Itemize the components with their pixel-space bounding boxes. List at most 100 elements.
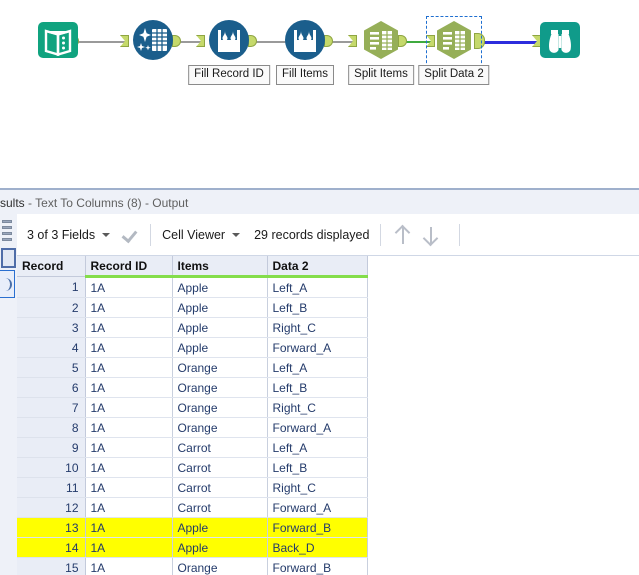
tool-split-data-2[interactable]: Split Data 2: [418, 18, 490, 85]
connection-splitdata2-to-browse[interactable]: [479, 41, 537, 44]
cell-record-id[interactable]: 1A: [85, 357, 173, 378]
column-header-record-id[interactable]: Record ID: [85, 256, 173, 278]
table-row[interactable]: 5 1A Orange Left_A: [17, 357, 368, 378]
cell-record[interactable]: 9: [17, 437, 86, 458]
table-row[interactable]: 3 1A Apple Right_C: [17, 317, 368, 338]
tool-browse[interactable]: [538, 18, 582, 62]
chevron-down-icon[interactable]: [102, 232, 111, 237]
cell-items[interactable]: Orange: [172, 377, 268, 398]
cell-record[interactable]: 12: [17, 497, 86, 518]
table-row[interactable]: 14 1A Apple Back_D: [17, 537, 368, 558]
chevron-right-icon[interactable]: [0, 270, 15, 298]
cell-record-id[interactable]: 1A: [85, 517, 173, 538]
cell-data-2[interactable]: Left_B: [267, 377, 368, 398]
cell-record-id[interactable]: 1A: [85, 397, 173, 418]
panel-toggle-icon[interactable]: [1, 248, 16, 268]
table-row[interactable]: 11 1A Carrot Right_C: [17, 477, 368, 498]
cell-record-id[interactable]: 1A: [85, 317, 173, 338]
cell-items[interactable]: Apple: [172, 317, 268, 338]
table-row[interactable]: 7 1A Orange Right_C: [17, 397, 368, 418]
cell-record-id[interactable]: 1A: [85, 457, 173, 478]
connection-input-to-cleansing[interactable]: [75, 41, 125, 43]
tool-data-cleansing[interactable]: [131, 18, 175, 62]
cell-data-2[interactable]: Forward_B: [267, 557, 368, 575]
cell-items[interactable]: Carrot: [172, 477, 268, 498]
column-header-items[interactable]: Items: [172, 256, 268, 278]
cell-items[interactable]: Orange: [172, 357, 268, 378]
cell-data-2[interactable]: Forward_A: [267, 337, 368, 358]
cell-record[interactable]: 7: [17, 397, 86, 418]
cell-record-id[interactable]: 1A: [85, 297, 173, 318]
table-row[interactable]: 15 1A Orange Forward_B: [17, 557, 368, 575]
table-row[interactable]: 13 1A Apple Forward_B: [17, 517, 368, 538]
cell-record-id[interactable]: 1A: [85, 537, 173, 558]
cell-record[interactable]: 14: [17, 537, 86, 558]
table-row[interactable]: 9 1A Carrot Left_A: [17, 437, 368, 458]
cell-data-2[interactable]: Left_B: [267, 297, 368, 318]
tool-split-items[interactable]: Split Items: [348, 18, 414, 85]
arrow-down-icon[interactable]: [420, 224, 442, 246]
cell-record[interactable]: 2: [17, 297, 86, 318]
column-header-record[interactable]: Record: [17, 256, 86, 277]
drag-grip-icon[interactable]: [2, 220, 12, 242]
cell-items[interactable]: Orange: [172, 557, 268, 575]
table-row[interactable]: 6 1A Orange Left_B: [17, 377, 368, 398]
cell-record[interactable]: 11: [17, 477, 86, 498]
cell-record-id[interactable]: 1A: [85, 337, 173, 358]
cell-items[interactable]: Carrot: [172, 437, 268, 458]
cell-items[interactable]: Apple: [172, 297, 268, 318]
cell-items[interactable]: Apple: [172, 537, 268, 558]
cell-data-2[interactable]: Back_D: [267, 537, 368, 558]
cell-record[interactable]: 10: [17, 457, 86, 478]
table-row[interactable]: 4 1A Apple Forward_A: [17, 337, 368, 358]
tool-fill-items[interactable]: Fill Items: [276, 18, 334, 85]
cell-record[interactable]: 6: [17, 377, 86, 398]
cell-record[interactable]: 13: [17, 517, 86, 538]
cell-record-id[interactable]: 1A: [85, 497, 173, 518]
cell-record[interactable]: 1: [17, 276, 86, 298]
cell-record[interactable]: 4: [17, 337, 86, 358]
cell-record-id[interactable]: 1A: [85, 417, 173, 438]
cell-items[interactable]: Apple: [172, 276, 268, 298]
cell-data-2[interactable]: Left_B: [267, 457, 368, 478]
column-header-data-2[interactable]: Data 2: [267, 256, 368, 278]
cell-data-2[interactable]: Forward_B: [267, 517, 368, 538]
cell-items[interactable]: Carrot: [172, 497, 268, 518]
table-row[interactable]: 10 1A Carrot Left_B: [17, 457, 368, 478]
check-icon[interactable]: [122, 226, 139, 243]
cell-data-2[interactable]: Right_C: [267, 317, 368, 338]
cell-record[interactable]: 3: [17, 317, 86, 338]
cell-record[interactable]: 5: [17, 357, 86, 378]
cell-record-id[interactable]: 1A: [85, 437, 173, 458]
viewer-selector[interactable]: Cell Viewer: [162, 228, 241, 242]
chevron-down-icon[interactable]: [232, 232, 241, 237]
cell-data-2[interactable]: Right_C: [267, 477, 368, 498]
tool-input-data[interactable]: [36, 18, 80, 62]
cell-record-id[interactable]: 1A: [85, 477, 173, 498]
cell-items[interactable]: Apple: [172, 337, 268, 358]
fields-selector[interactable]: 3 of 3 Fields: [27, 228, 111, 242]
cell-data-2[interactable]: Left_A: [267, 357, 368, 378]
cell-record-id[interactable]: 1A: [85, 377, 173, 398]
results-grid[interactable]: Record Record ID Items Data 2 1 1A Apple Le…: [17, 256, 639, 575]
arrow-up-icon[interactable]: [392, 224, 414, 246]
workflow-canvas[interactable]: Fill Record ID Fill Items Split Items Sp…: [0, 0, 639, 188]
tool-fill-record-id[interactable]: Fill Record ID: [188, 18, 270, 85]
cell-record[interactable]: 8: [17, 417, 86, 438]
table-row[interactable]: 8 1A Orange Forward_A: [17, 417, 368, 438]
cell-data-2[interactable]: Right_C: [267, 397, 368, 418]
cell-record-id[interactable]: 1A: [85, 557, 173, 575]
cell-items[interactable]: Carrot: [172, 457, 268, 478]
cell-items[interactable]: Apple: [172, 517, 268, 538]
table-row[interactable]: 2 1A Apple Left_B: [17, 297, 368, 318]
table-row[interactable]: 1 1A Apple Left_A: [17, 276, 368, 298]
table-row[interactable]: 12 1A Carrot Forward_A: [17, 497, 368, 518]
cell-items[interactable]: Orange: [172, 397, 268, 418]
cell-data-2[interactable]: Forward_A: [267, 497, 368, 518]
cell-items[interactable]: Orange: [172, 417, 268, 438]
cell-data-2[interactable]: Left_A: [267, 437, 368, 458]
cell-record-id[interactable]: 1A: [85, 276, 173, 298]
cell-data-2[interactable]: Left_A: [267, 276, 368, 298]
cell-record[interactable]: 15: [17, 557, 86, 575]
cell-data-2[interactable]: Forward_A: [267, 417, 368, 438]
